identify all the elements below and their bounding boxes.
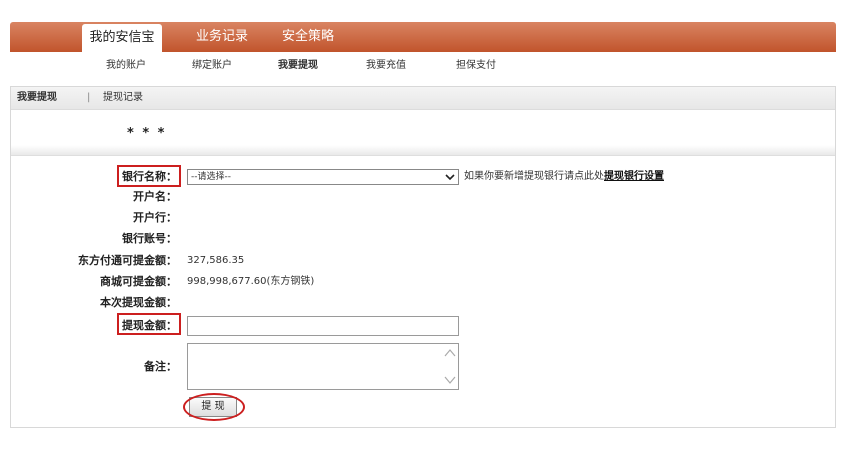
add-bank-hint: 如果你要新增提现银行请点此处提现银行设置 bbox=[464, 169, 664, 185]
masked-username: * * * bbox=[127, 126, 167, 141]
sub-nav-withdraw[interactable]: 我要提现 bbox=[278, 52, 318, 80]
bank-select[interactable]: --请选择-- bbox=[187, 169, 459, 185]
top-tab-security-policy[interactable]: 安全策略 bbox=[268, 22, 348, 52]
tab-withdraw-records[interactable]: 提现记录 bbox=[103, 87, 143, 109]
bank-branch-label: 开户行： bbox=[133, 211, 177, 224]
tab-withdraw[interactable]: 我要提现 bbox=[17, 87, 57, 109]
highlight-box-bank-name bbox=[117, 165, 181, 187]
panel-tabs: 我要提现 | 提现记录 bbox=[11, 87, 835, 110]
chevron-down-icon bbox=[445, 174, 455, 181]
mall-available-label: 商城可提金额： bbox=[100, 275, 177, 288]
top-tab-my-anxinbao[interactable]: 我的安信宝 bbox=[82, 24, 162, 52]
highlight-box-amount bbox=[117, 313, 181, 335]
sub-nav-recharge[interactable]: 我要充值 bbox=[366, 52, 406, 80]
scrollbar[interactable] bbox=[442, 344, 458, 389]
sub-nav-my-account[interactable]: 我的账户 bbox=[106, 52, 146, 80]
account-number-label: 银行账号： bbox=[122, 232, 177, 245]
bank-select-value: --请选择-- bbox=[191, 172, 231, 182]
sub-nav: 我的账户 绑定账户 我要提现 我要充值 担保支付 bbox=[10, 52, 836, 80]
remark-textarea[interactable] bbox=[187, 343, 459, 390]
account-name-label: 开户名： bbox=[133, 190, 177, 203]
top-tab-business-records[interactable]: 业务记录 bbox=[182, 22, 262, 52]
current-withdraw-label: 本次提现金额： bbox=[100, 296, 177, 309]
add-bank-hint-text: 如果你要新增提现银行请点此处 bbox=[464, 171, 604, 182]
scroll-up-icon bbox=[444, 349, 456, 357]
scroll-down-icon bbox=[444, 376, 456, 384]
highlight-ellipse-submit bbox=[183, 393, 245, 421]
amount-input[interactable] bbox=[187, 316, 459, 336]
section-divider bbox=[11, 145, 835, 156]
sub-nav-guarantee-payment[interactable]: 担保支付 bbox=[456, 52, 496, 80]
dfft-available-value: 327,586.35 bbox=[187, 255, 245, 266]
top-nav-bar: 我的安信宝 业务记录 安全策略 bbox=[10, 22, 836, 52]
remark-label: 备注： bbox=[144, 360, 177, 373]
dfft-available-label: 东方付通可提金额： bbox=[78, 254, 177, 267]
mall-available-value: 998,998,677.60(东方钢铁) bbox=[187, 276, 315, 287]
withdraw-panel: 我要提现 | 提现记录 * * * 银行名称： --请选择-- 如果你要新增提现… bbox=[10, 86, 836, 428]
tab-separator: | bbox=[87, 92, 91, 103]
bank-settings-link[interactable]: 提现银行设置 bbox=[604, 171, 664, 182]
sub-nav-bind-account[interactable]: 绑定账户 bbox=[192, 52, 232, 80]
